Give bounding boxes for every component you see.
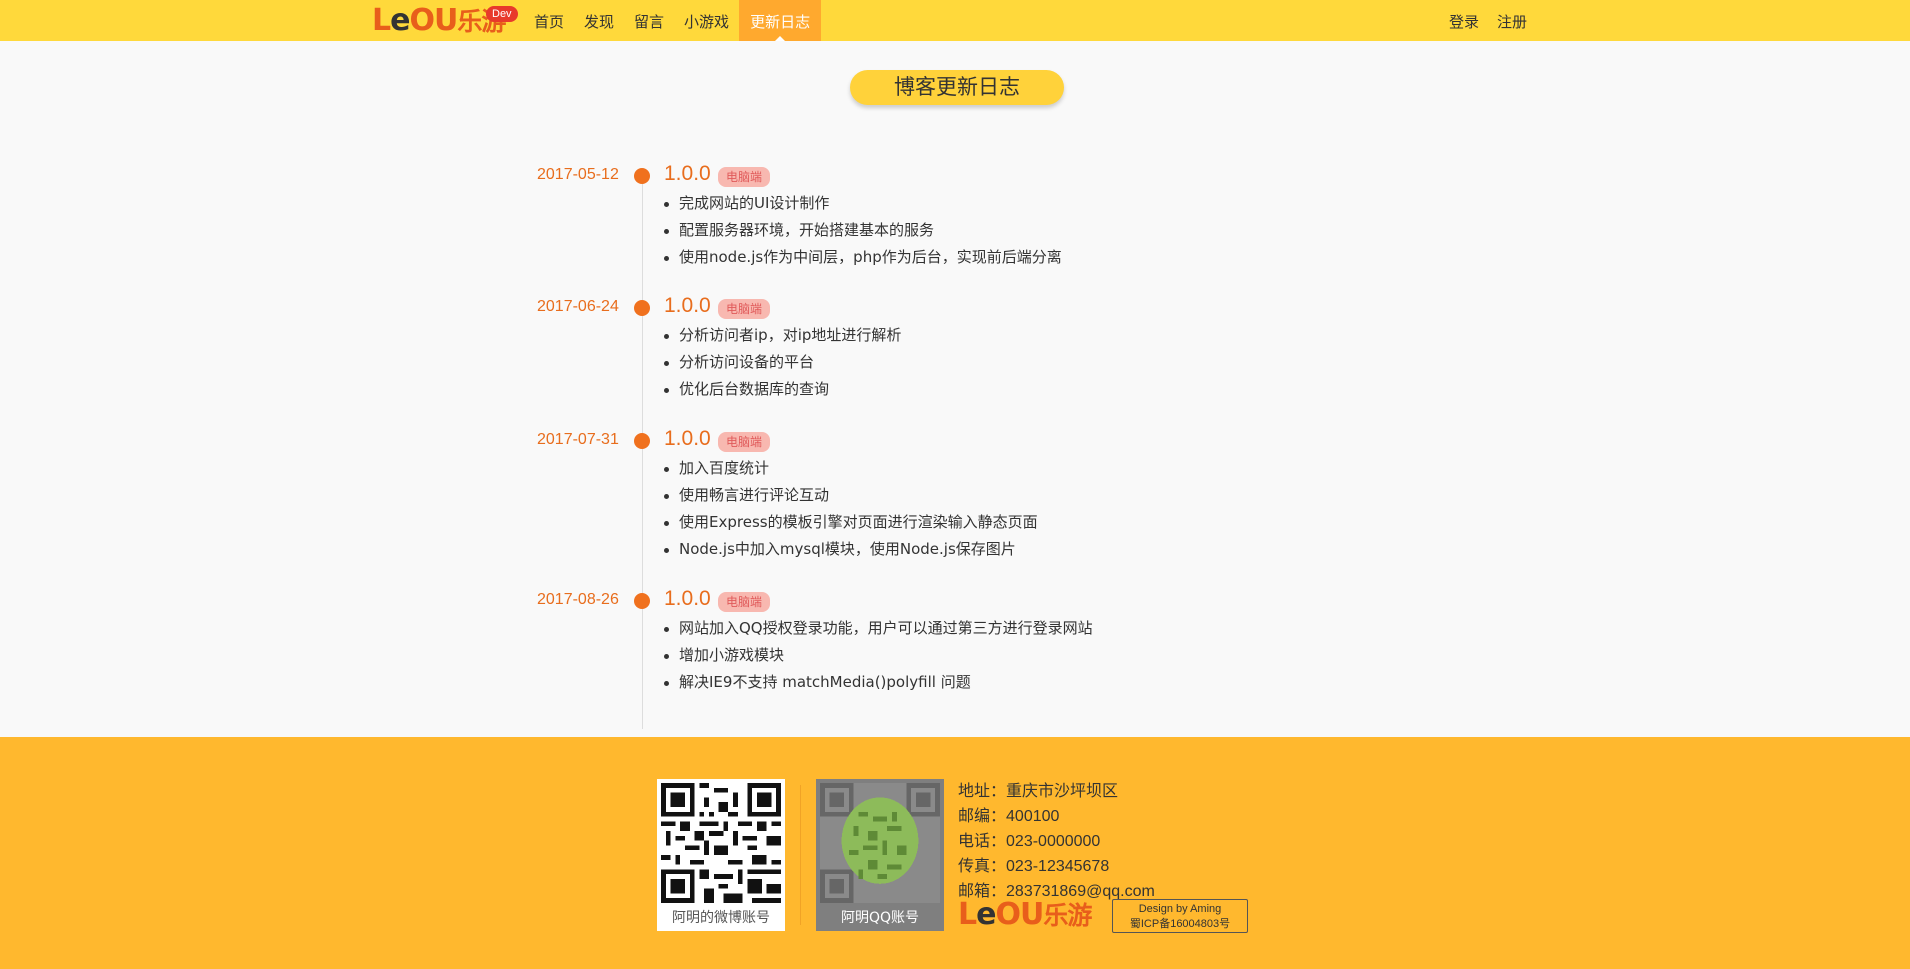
qq-qr-icon	[820, 783, 940, 903]
list-item: Node.js中加入mysql模块，使用Node.js保存图片	[664, 536, 1038, 563]
entry-date: 2017-08-26	[537, 591, 619, 608]
qq-qr-caption: 阿明QQ账号	[840, 910, 920, 926]
design-credit: Design by Aming	[1138, 903, 1222, 915]
timeline-dot	[634, 300, 650, 316]
nav-home[interactable]: 首页	[524, 0, 574, 41]
list-item: 分析访问者ip，对ip地址进行解析	[664, 322, 901, 349]
weibo-qr-card: 阿明的微博账号	[657, 779, 785, 931]
nav-changelog[interactable]: 更新日志	[739, 0, 822, 41]
change-list: 完成网站的UI设计制作 配置服务器环境，开始搭建基本的服务 使用node.js作…	[664, 190, 1062, 271]
page-title: 博客更新日志	[850, 70, 1064, 105]
platform-tag: 电脑端	[718, 592, 771, 612]
platform-tag: 电脑端	[718, 432, 771, 452]
list-item: 使用Express的模板引擎对页面进行渲染输入静态页面	[664, 509, 1038, 536]
timeline-dot	[634, 593, 650, 609]
icp-number: 蜀ICP备16004803号	[1129, 918, 1231, 930]
timeline-line	[642, 174, 643, 729]
platform-tag: 电脑端	[718, 167, 771, 187]
nav-messages[interactable]: 留言	[624, 0, 674, 41]
contact-fax: 传真：023-12345678	[958, 856, 1110, 875]
entry-date: 2017-06-24	[537, 298, 619, 315]
weibo-qr-icon	[661, 783, 781, 903]
platform-tag: 电脑端	[718, 299, 771, 319]
entry-date: 2017-05-12	[537, 166, 619, 183]
list-item: 使用畅言进行评论互动	[664, 482, 1038, 509]
timeline-dot	[634, 433, 650, 449]
nav-discover[interactable]: 发现	[574, 0, 624, 41]
list-item: 增加小游戏模块	[664, 642, 1093, 669]
list-item: 解决IE9不支持 matchMedia()polyfill 问题	[664, 669, 1093, 696]
contact-address: 地址：重庆市沙坪坝区	[958, 781, 1119, 800]
contact-zipcode: 邮编：400100	[958, 806, 1060, 825]
entry-version: 1.0.0	[664, 587, 711, 610]
weibo-qr-caption: 阿明的微博账号	[672, 910, 770, 926]
entry-version: 1.0.0	[664, 162, 711, 185]
entry-version: 1.0.0	[664, 427, 711, 450]
footer-divider	[800, 785, 801, 925]
register-link[interactable]: 注册	[1488, 0, 1536, 41]
dev-badge: Dev	[486, 6, 518, 22]
login-link[interactable]: 登录	[1440, 0, 1488, 41]
copyright-box: Design by Aming 蜀ICP备16004803号	[1112, 899, 1248, 933]
list-item: 完成网站的UI设计制作	[664, 190, 1062, 217]
entry-date: 2017-07-31	[537, 431, 619, 448]
list-item: 网站加入QQ授权登录功能，用户可以通过第三方进行登录网站	[664, 615, 1093, 642]
list-item: 加入百度统计	[664, 455, 1038, 482]
change-list: 分析访问者ip，对ip地址进行解析 分析访问设备的平台 优化后台数据库的查询	[664, 322, 901, 403]
change-list: 加入百度统计 使用畅言进行评论互动 使用Express的模板引擎对页面进行渲染输…	[664, 455, 1038, 563]
main-nav: 首页 发现 留言 小游戏 更新日志	[524, 0, 822, 41]
contact-phone: 电话：023-0000000	[958, 831, 1101, 850]
site-logo[interactable]: LeOU乐游 Dev	[372, 4, 520, 38]
footer-logo: LeOU乐游	[958, 897, 1092, 932]
auth-nav: 登录 注册	[1440, 0, 1536, 41]
nav-games[interactable]: 小游戏	[674, 0, 739, 41]
qq-qr-card: 阿明QQ账号	[816, 779, 944, 931]
change-list: 网站加入QQ授权登录功能，用户可以通过第三方进行登录网站 增加小游戏模块 解决I…	[664, 615, 1093, 696]
logo-text: LeOU乐游	[372, 3, 506, 38]
list-item: 分析访问设备的平台	[664, 349, 901, 376]
list-item: 配置服务器环境，开始搭建基本的服务	[664, 217, 1062, 244]
list-item: 优化后台数据库的查询	[664, 376, 901, 403]
contact-info: 地址：重庆市沙坪坝区 邮编：400100 电话：023-0000000 传真：0…	[958, 779, 1155, 904]
list-item: 使用node.js作为中间层，php作为后台，实现前后端分离	[664, 244, 1062, 271]
timeline-dot	[634, 168, 650, 184]
entry-version: 1.0.0	[664, 294, 711, 317]
site-footer: 阿明的微博账号 阿明QQ账号 地址：重庆市沙坪坝区 邮编：400100 电话：0…	[0, 737, 1910, 969]
top-header: LeOU乐游 Dev 首页 发现 留言 小游戏 更新日志 登录 注册	[0, 0, 1910, 41]
